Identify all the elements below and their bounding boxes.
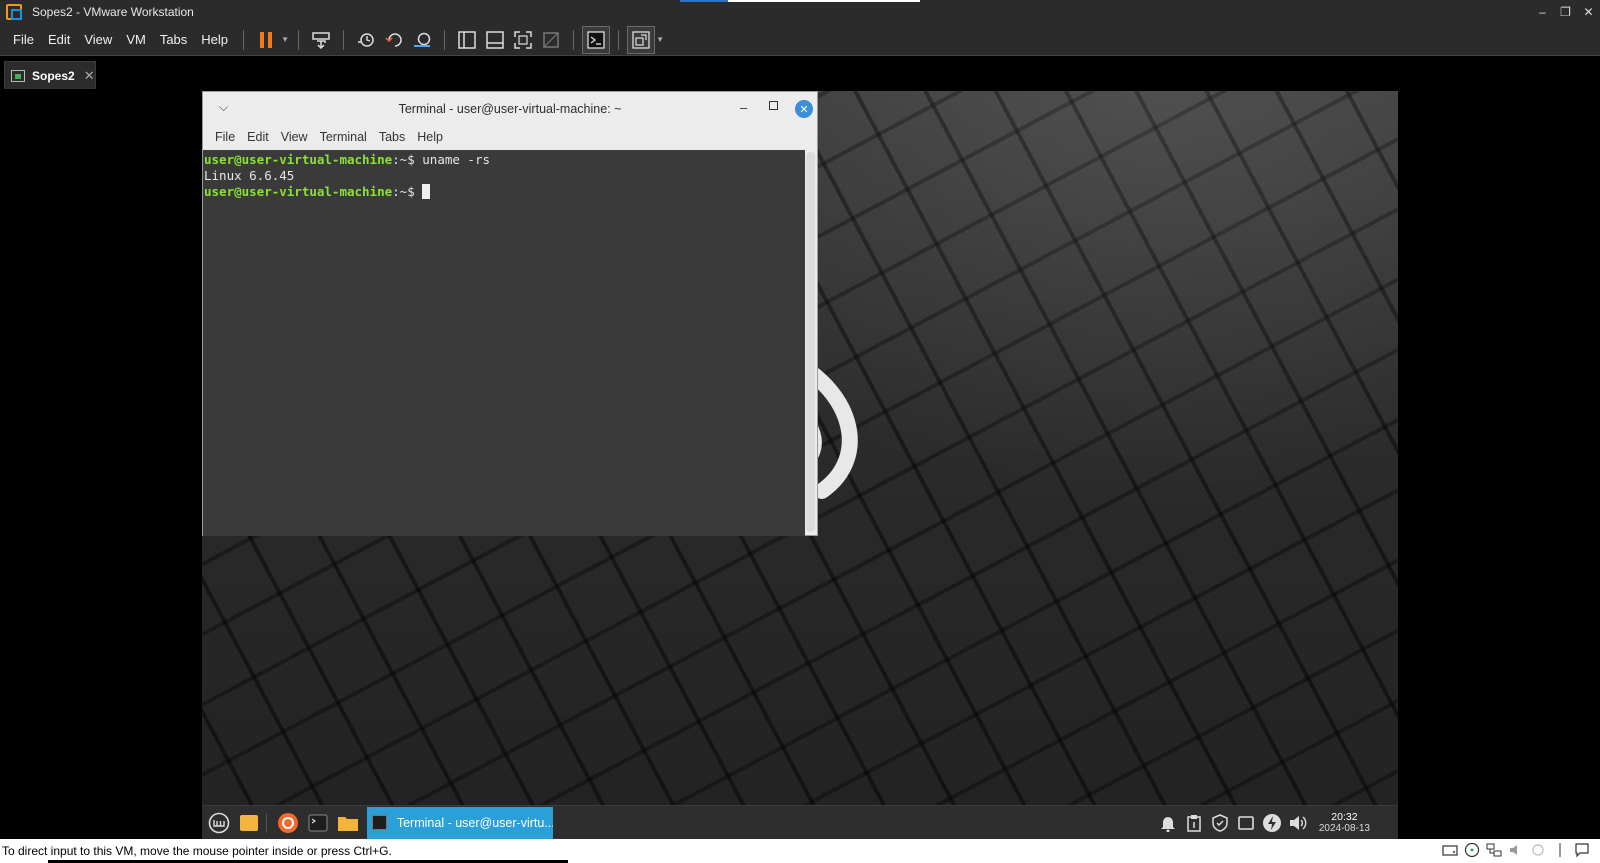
cd-dvd-icon[interactable] [1464,842,1480,858]
send-ctrl-alt-del-icon[interactable] [307,26,335,54]
unity-icon[interactable] [537,26,565,54]
prompt-path: :~$ [392,152,423,167]
vm-console[interactable]: ⌵ Terminal - user@user-virtual-machine: … [202,91,1398,839]
network-adapter-icon[interactable] [1486,842,1502,858]
tab-label: Sopes2 [32,68,75,83]
close-button[interactable]: ✕ [1577,0,1600,24]
volume-icon[interactable] [1288,812,1309,834]
console-view-icon[interactable] [582,25,611,54]
terminal-menu-file[interactable]: File [209,130,241,144]
update-shield-icon[interactable] [1210,812,1231,834]
snapshot-icon[interactable] [352,26,380,54]
mint-menu-icon[interactable] [206,810,232,836]
tab-close-icon[interactable]: ✕ [84,68,95,84]
show-library-icon[interactable] [453,26,481,54]
full-screen-icon[interactable] [509,26,537,54]
stretch-guest-icon[interactable] [627,25,656,54]
terminal-menu-tabs[interactable]: Tabs [373,130,411,144]
terminal-output[interactable]: user@user-virtual-machine:~$ uname -rs L… [203,150,805,536]
title-progress-strip [680,0,920,2]
terminal-close-button[interactable]: ✕ [795,100,813,118]
task-button-label: Terminal - user@user-virtu... [396,815,553,830]
menu-view[interactable]: View [77,24,119,56]
clipboard-icon[interactable] [1184,812,1205,834]
clock[interactable]: 20:32 2024-08-13 [1319,811,1370,835]
text-cursor [422,184,431,199]
terminal-task-icon [372,815,387,830]
task-button-terminal[interactable]: Terminal - user@user-virtu... [367,806,553,839]
vmware-status-bar: To direct input to this VM, move the mou… [0,839,1600,863]
network-icon[interactable] [1236,812,1257,834]
thumbnail-bar-icon[interactable] [481,26,509,54]
terminal-line: user@user-virtual-machine:~$ [204,184,804,200]
terminal-menu-view[interactable]: View [275,130,314,144]
panel-separator [266,812,267,833]
vmware-logo-icon [6,4,22,20]
vm-tab-strip: Sopes2 ✕ [0,57,1600,91]
system-tray: 20:32 2024-08-13 [1153,806,1370,839]
menu-file[interactable]: File [6,24,41,56]
menu-help[interactable]: Help [194,24,235,56]
clock-time: 20:32 [1331,811,1358,823]
status-hint: To direct input to this VM, move the mou… [2,844,392,858]
status-separator [1552,842,1568,858]
terminal-menu-help[interactable]: Help [411,130,449,144]
terminal-window[interactable]: ⌵ Terminal - user@user-virtual-machine: … [202,91,818,536]
terminal-launcher-icon[interactable] [305,810,331,836]
prompt-user: user@user-virtual-machine [204,152,393,167]
menu-vm[interactable]: VM [119,24,153,56]
tab-sopes2[interactable]: Sopes2 ✕ [4,61,96,89]
terminal-titlebar[interactable]: ⌵ Terminal - user@user-virtual-machine: … [203,92,817,126]
guest-taskbar: Terminal - user@user-virtu... 20:32 2024… [202,805,1398,839]
snapshot-manager-icon[interactable] [408,26,436,54]
terminal-line: Linux 6.6.45 [204,168,804,184]
window-title: Sopes2 - VMware Workstation [32,5,194,19]
show-desktop-icon[interactable] [236,810,262,836]
power-dropdown-icon[interactable]: ▼ [280,26,290,54]
restore-button[interactable]: ❐ [1554,0,1577,24]
usb-device-icon[interactable] [1530,842,1546,858]
sound-card-icon[interactable] [1508,842,1524,858]
terminal-menubar: File Edit View Terminal Tabs Help [203,126,817,148]
firefox-icon[interactable] [275,810,301,836]
pause-icon[interactable] [252,26,280,54]
terminal-menu-edit[interactable]: Edit [241,130,275,144]
terminal-line: user@user-virtual-machine:~$ uname -rs [204,152,804,168]
vmware-menubar: File Edit View VM Tabs Help ▼ ▼ [0,24,1600,56]
terminal-menu-terminal[interactable]: Terminal [314,130,373,144]
vmware-title-bar: Sopes2 - VMware Workstation – ❐ ✕ [0,0,1600,24]
prompt-path: :~$ [392,184,423,199]
prompt-user: user@user-virtual-machine [204,184,393,199]
toolbar-separator [573,29,575,50]
device-icons [1436,842,1590,858]
menu-edit[interactable]: Edit [41,24,77,56]
file-manager-icon[interactable] [335,810,361,836]
command-output: Linux 6.6.45 [204,168,295,183]
toolbar-separator [343,29,345,50]
vm-running-icon [11,69,25,82]
terminal-title: Terminal - user@user-virtual-machine: ~ [398,102,622,116]
power-icon[interactable] [1262,812,1283,834]
terminal-minimize-button[interactable]: – [740,100,747,115]
minimize-button[interactable]: – [1531,0,1554,24]
toolbar-separator [444,29,446,50]
toolbar-separator [618,29,620,50]
clock-date: 2024-08-13 [1318,823,1370,834]
stretch-dropdown-icon[interactable]: ▼ [655,26,665,54]
window-menu-icon[interactable]: ⌵ [219,100,228,115]
hard-disk-icon[interactable] [1442,842,1458,858]
toolbar-separator [243,29,245,50]
revert-snapshot-icon[interactable] [380,26,408,54]
toolbar-separator [298,29,300,50]
message-log-icon[interactable] [1574,842,1590,858]
notifications-icon[interactable] [1158,812,1179,834]
terminal-scrollbar[interactable] [806,152,815,532]
terminal-maximize-button[interactable] [769,101,778,110]
command-text: uname -rs [422,152,490,167]
menu-tabs[interactable]: Tabs [153,24,194,56]
